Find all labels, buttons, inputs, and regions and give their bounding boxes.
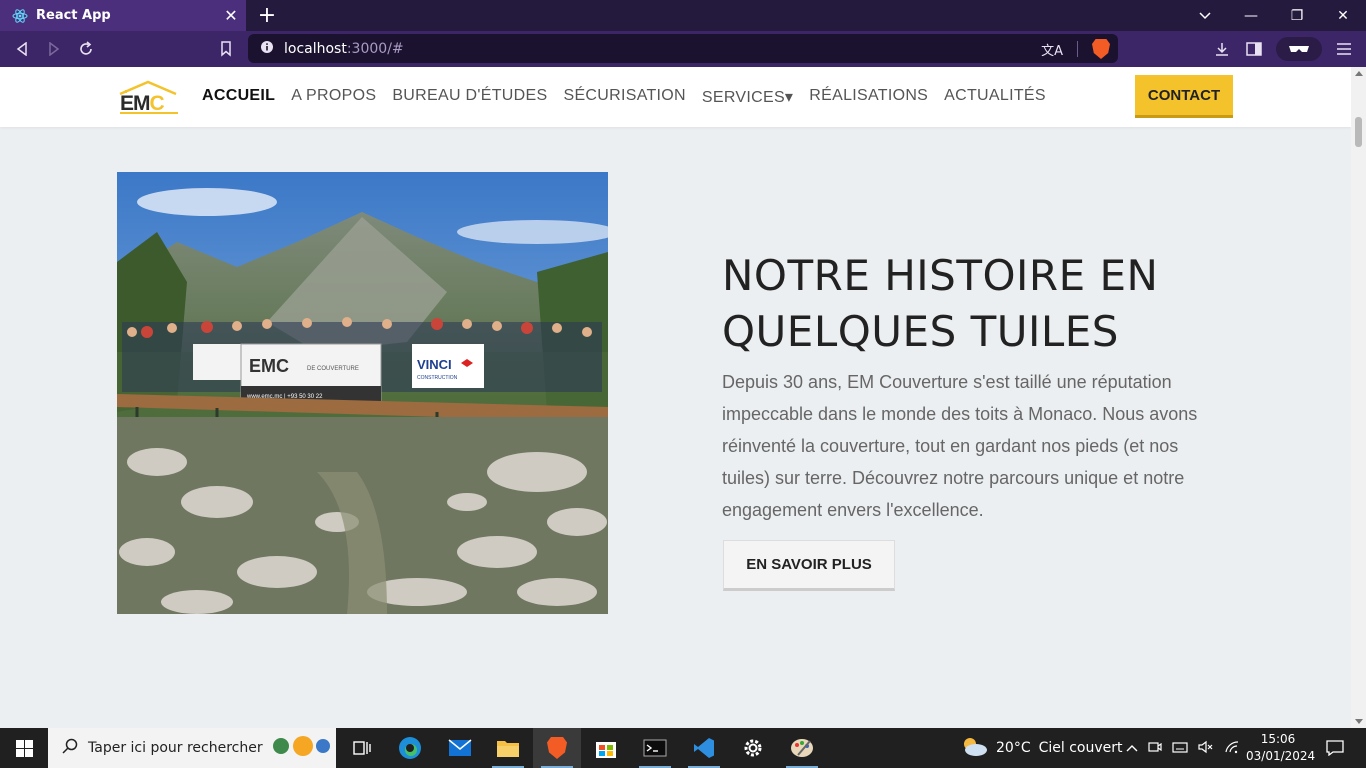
browser-toolbar: localhost:3000/# 文A <box>0 31 1366 67</box>
weather-temp: 20°C <box>996 740 1031 756</box>
site-info-icon[interactable] <box>260 39 274 58</box>
file-explorer-icon[interactable] <box>484 728 532 768</box>
scroll-down-icon[interactable] <box>1355 719 1363 724</box>
nav-bureau-etudes[interactable]: BUREAU D'ÉTUDES <box>392 87 547 107</box>
main-nav: ACCUEIL A PROPOS BUREAU D'ÉTUDES SÉCURIS… <box>202 87 1046 107</box>
keyboard-language-icon[interactable] <box>1172 740 1188 757</box>
vscode-icon[interactable] <box>680 728 728 768</box>
taskbar-clock[interactable]: 15:06 03/01/2024 <box>1246 731 1316 765</box>
tab-title: React App <box>36 8 111 23</box>
nav-securisation[interactable]: SÉCURISATION <box>563 87 685 107</box>
team-photo: EMC DE COUVERTURE www.emc.mc | +93 50 30… <box>117 172 608 614</box>
terminal-icon[interactable] <box>631 728 679 768</box>
address-bar[interactable]: localhost:3000/# 文A <box>248 34 1118 63</box>
scroll-up-icon[interactable] <box>1355 71 1363 76</box>
notification-icon[interactable] <box>1320 728 1350 768</box>
banner-vinci-subtext: CONSTRUCTION <box>417 375 458 381</box>
site-header: EMC ACCUEIL A PROPOS BUREAU D'ÉTUDES SÉC… <box>0 67 1351 127</box>
brave-shield-icon[interactable] <box>1092 39 1110 59</box>
search-placeholder: Taper ici pour rechercher <box>88 740 263 756</box>
new-tab-icon[interactable]: + <box>256 3 278 28</box>
minimize-button[interactable]: — <box>1228 0 1274 31</box>
back-icon[interactable] <box>10 37 34 61</box>
url-path: :3000/# <box>346 40 404 57</box>
search-highlight-icon <box>271 733 331 763</box>
banner-emc-text: EMC <box>249 356 289 376</box>
bookmark-icon[interactable] <box>214 37 238 61</box>
reload-icon[interactable] <box>74 37 98 61</box>
start-button[interactable] <box>0 728 48 768</box>
nav-a-propos[interactable]: A PROPOS <box>291 87 376 107</box>
translate-icon[interactable]: 文A <box>1041 40 1063 59</box>
paint-icon[interactable] <box>778 728 826 768</box>
hero-paragraph: Depuis 30 ans, EM Couverture s'est taill… <box>722 372 1198 520</box>
clock-time: 15:06 <box>1260 732 1296 746</box>
weather-widget[interactable]: 20°C Ciel couvert <box>960 728 1123 768</box>
banner-emc-subtext: DE COUVERTURE <box>307 366 359 372</box>
volume-muted-icon[interactable] <box>1198 740 1214 757</box>
nav-realisations[interactable]: RÉALISATIONS <box>809 87 928 107</box>
hero-heading: NOTRE HISTOIRE EN QUELQUES TUILES <box>722 251 1159 356</box>
tab-list-chevron-icon[interactable] <box>1182 0 1228 31</box>
menu-icon[interactable] <box>1332 37 1356 61</box>
weather-text: Ciel couvert <box>1038 740 1123 756</box>
mail-icon[interactable] <box>436 728 484 768</box>
nav-services[interactable]: SERVICES▾ <box>702 87 793 107</box>
react-icon <box>12 8 28 24</box>
taskbar-search[interactable]: Taper ici pour rechercher <box>48 728 336 768</box>
browser-tabbar: React App ✕ + — ❐ ✕ <box>0 0 1366 31</box>
windows-logo-icon <box>15 739 33 757</box>
meet-now-icon[interactable] <box>1148 740 1162 757</box>
url-host: localhost <box>284 40 347 57</box>
microsoft-store-icon[interactable] <box>582 728 630 768</box>
maximize-button[interactable]: ❐ <box>1274 0 1320 31</box>
logo-text: EMC <box>120 92 165 115</box>
tray-chevron-up-icon[interactable] <box>1126 741 1138 755</box>
page-scrollbar[interactable] <box>1351 67 1366 728</box>
download-icon[interactable] <box>1210 37 1234 61</box>
cloudy-weather-icon <box>960 736 988 760</box>
browser-tab[interactable]: React App ✕ <box>0 0 246 31</box>
clock-date: 03/01/2024 <box>1246 749 1316 763</box>
edge-icon[interactable] <box>386 728 434 768</box>
nav-accueil[interactable]: ACCUEIL <box>202 87 275 107</box>
url-divider <box>1077 41 1078 57</box>
emc-logo[interactable]: EMC <box>116 80 180 116</box>
settings-icon[interactable] <box>729 728 777 768</box>
task-view-icon[interactable] <box>338 728 386 768</box>
windows-taskbar: Taper ici pour rechercher 20°C Ciel couv… <box>0 728 1366 768</box>
banner-vinci-text: VINCI <box>417 357 452 372</box>
wallet-icon[interactable] <box>1276 37 1322 61</box>
tab-close-icon[interactable]: ✕ <box>220 6 242 25</box>
scroll-thumb[interactable] <box>1355 117 1362 147</box>
brave-browser-icon[interactable] <box>533 728 581 768</box>
sidebar-icon[interactable] <box>1242 37 1266 61</box>
nav-actualites[interactable]: ACTUALITÉS <box>944 87 1046 107</box>
system-tray <box>1126 728 1240 768</box>
forward-icon[interactable] <box>42 37 66 61</box>
en-savoir-plus-button[interactable]: EN SAVOIR PLUS <box>723 540 895 591</box>
close-window-button[interactable]: ✕ <box>1320 0 1366 31</box>
contact-button[interactable]: CONTACT <box>1135 75 1233 118</box>
wifi-icon[interactable] <box>1224 740 1240 757</box>
search-icon <box>62 738 78 758</box>
